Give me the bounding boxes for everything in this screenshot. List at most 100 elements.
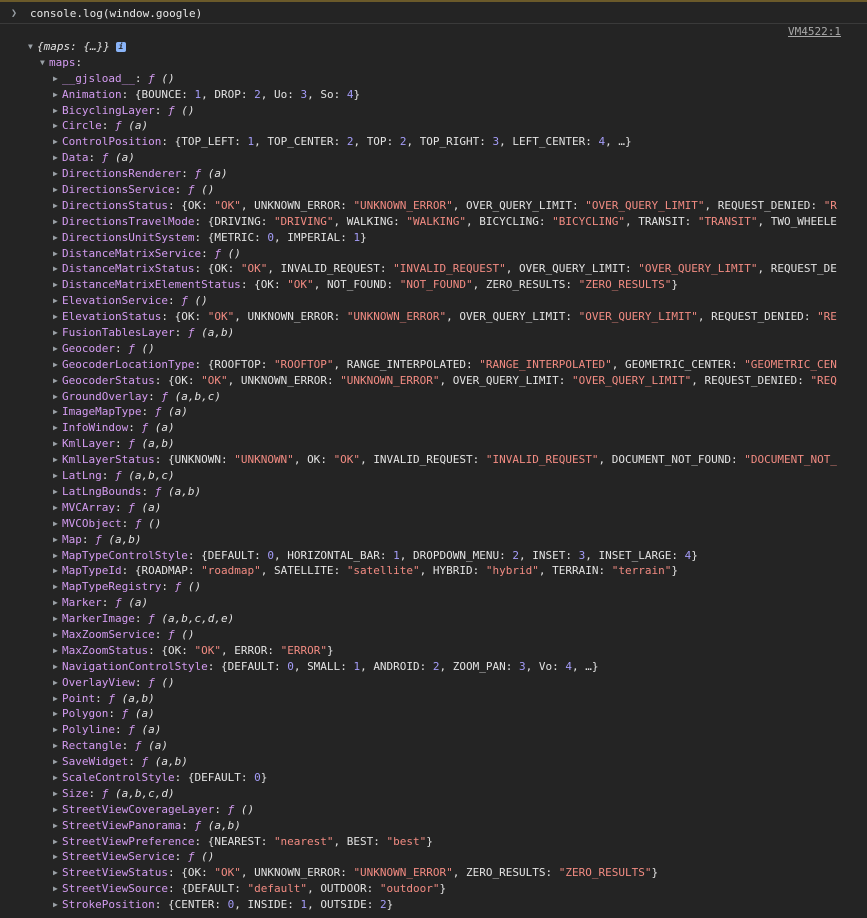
triangle-right-icon[interactable]: ▶ (53, 198, 62, 214)
triangle-right-icon[interactable]: ▶ (53, 87, 62, 103)
triangle-right-icon[interactable]: ▶ (53, 706, 62, 722)
triangle-right-icon[interactable]: ▶ (53, 420, 62, 436)
triangle-right-icon[interactable]: ▶ (53, 834, 62, 850)
property-row[interactable]: ▶ DirectionsUnitSystem: {METRIC: 0, IMPER… (0, 230, 845, 246)
property-row[interactable]: ▶ Point: ƒ (a,b) (0, 691, 845, 707)
triangle-right-icon[interactable]: ▶ (53, 246, 62, 262)
property-row[interactable]: ▶ Animation: {BOUNCE: 1, DROP: 2, Uo: 3, … (0, 87, 845, 103)
property-row[interactable]: ▶ MapTypeId: {ROADMAP: "roadmap", SATELLI… (0, 563, 845, 579)
triangle-down-icon[interactable]: ▼ (40, 55, 49, 71)
property-row[interactable]: ▶ DirectionsRenderer: ƒ (a) (0, 166, 845, 182)
property-row[interactable]: ▶ SaveWidget: ƒ (a,b) (0, 754, 845, 770)
property-row[interactable]: ▶ FusionTablesLayer: ƒ (a,b) (0, 325, 845, 341)
triangle-right-icon[interactable]: ▶ (53, 134, 62, 150)
root-object-row[interactable]: ▼ {maps: {…}} i (0, 39, 867, 55)
triangle-right-icon[interactable]: ▶ (53, 118, 62, 134)
property-row[interactable]: ▶ StreetViewPanorama: ƒ (a,b) (0, 818, 845, 834)
property-row[interactable]: ▶ StreetViewPreference: {NEAREST: "neares… (0, 834, 845, 850)
property-row[interactable]: ▶ DistanceMatrixElementStatus: {OK: "OK",… (0, 277, 845, 293)
triangle-right-icon[interactable]: ▶ (53, 579, 62, 595)
property-row[interactable]: ▶ DistanceMatrixService: ƒ () (0, 246, 845, 262)
triangle-right-icon[interactable]: ▶ (53, 277, 62, 293)
triangle-right-icon[interactable]: ▶ (53, 293, 62, 309)
property-row[interactable]: ▶ MVCObject: ƒ () (0, 516, 845, 532)
property-row[interactable]: ▶ MaxZoomService: ƒ () (0, 627, 845, 643)
triangle-right-icon[interactable]: ▶ (53, 627, 62, 643)
triangle-right-icon[interactable]: ▶ (53, 230, 62, 246)
triangle-right-icon[interactable]: ▶ (53, 357, 62, 373)
property-row[interactable]: ▶ Rectangle: ƒ (a) (0, 738, 845, 754)
triangle-right-icon[interactable]: ▶ (53, 452, 62, 468)
triangle-right-icon[interactable]: ▶ (53, 389, 62, 405)
triangle-right-icon[interactable]: ▶ (53, 325, 62, 341)
property-row[interactable]: ▶ Polygon: ƒ (a) (0, 706, 845, 722)
property-row[interactable]: ▶ StrokePosition: {CENTER: 0, INSIDE: 1, … (0, 897, 845, 913)
triangle-right-icon[interactable]: ▶ (53, 484, 62, 500)
property-row[interactable]: ▶ BicyclingLayer: ƒ () (0, 103, 845, 119)
triangle-right-icon[interactable]: ▶ (53, 849, 62, 865)
triangle-right-icon[interactable]: ▶ (53, 71, 62, 87)
source-link[interactable]: VM4522:1 (788, 25, 841, 38)
property-row[interactable]: ▶ Geocoder: ƒ () (0, 341, 845, 357)
triangle-right-icon[interactable]: ▶ (53, 611, 62, 627)
property-row[interactable]: ▶ __gjsload__: ƒ () (0, 71, 845, 87)
property-row[interactable]: ▶ GeocoderStatus: {OK: "OK", UNKNOWN_ERRO… (0, 373, 845, 389)
triangle-right-icon[interactable]: ▶ (53, 150, 62, 166)
property-row[interactable]: ▶ OverlayView: ƒ () (0, 675, 845, 691)
property-row[interactable]: ▶ DistanceMatrixStatus: {OK: "OK", INVALI… (0, 261, 845, 277)
property-row[interactable]: ▶ GroundOverlay: ƒ (a,b,c) (0, 389, 845, 405)
property-row[interactable]: ▶ ImageMapType: ƒ (a) (0, 404, 845, 420)
property-row[interactable]: ▶ GeocoderLocationType: {ROOFTOP: "ROOFTO… (0, 357, 845, 373)
property-row[interactable]: ▶ DirectionsService: ƒ () (0, 182, 845, 198)
property-row[interactable]: ▶ KmlLayerStatus: {UNKNOWN: "UNKNOWN", OK… (0, 452, 845, 468)
triangle-right-icon[interactable]: ▶ (53, 865, 62, 881)
triangle-right-icon[interactable]: ▶ (53, 722, 62, 738)
property-row[interactable]: ▶ KmlLayer: ƒ (a,b) (0, 436, 845, 452)
property-row[interactable]: ▶ ControlPosition: {TOP_LEFT: 1, TOP_CENT… (0, 134, 845, 150)
property-row[interactable]: ▶ MVCArray: ƒ (a) (0, 500, 845, 516)
triangle-right-icon[interactable]: ▶ (53, 770, 62, 786)
triangle-right-icon[interactable]: ▶ (53, 261, 62, 277)
property-row[interactable]: ▶ DirectionsStatus: {OK: "OK", UNKNOWN_ER… (0, 198, 845, 214)
triangle-right-icon[interactable]: ▶ (53, 659, 62, 675)
triangle-right-icon[interactable]: ▶ (53, 182, 62, 198)
property-row[interactable]: ▶ LatLngBounds: ƒ (a,b) (0, 484, 845, 500)
triangle-right-icon[interactable]: ▶ (53, 643, 62, 659)
triangle-right-icon[interactable]: ▶ (53, 691, 62, 707)
triangle-right-icon[interactable]: ▶ (53, 166, 62, 182)
triangle-right-icon[interactable]: ▶ (53, 468, 62, 484)
property-row[interactable]: ▶ LatLng: ƒ (a,b,c) (0, 468, 845, 484)
property-row[interactable]: ▶ ElevationService: ƒ () (0, 293, 845, 309)
property-row[interactable]: ▶ NavigationControlStyle: {DEFAULT: 0, SM… (0, 659, 845, 675)
property-row[interactable]: ▶ InfoWindow: ƒ (a) (0, 420, 845, 436)
property-row[interactable]: ▶ ElevationStatus: {OK: "OK", UNKNOWN_ERR… (0, 309, 845, 325)
triangle-right-icon[interactable]: ▶ (53, 500, 62, 516)
triangle-right-icon[interactable]: ▶ (53, 563, 62, 579)
property-row[interactable]: ▶ ScaleControlStyle: {DEFAULT: 0} (0, 770, 845, 786)
triangle-right-icon[interactable]: ▶ (53, 214, 62, 230)
triangle-right-icon[interactable]: ▶ (53, 675, 62, 691)
triangle-right-icon[interactable]: ▶ (53, 404, 62, 420)
property-row[interactable]: ▶ Circle: ƒ (a) (0, 118, 845, 134)
property-row[interactable]: ▶ MapTypeControlStyle: {DEFAULT: 0, HORIZ… (0, 548, 845, 564)
triangle-right-icon[interactable]: ▶ (53, 897, 62, 913)
triangle-right-icon[interactable]: ▶ (53, 595, 62, 611)
property-row[interactable]: ▶ MaxZoomStatus: {OK: "OK", ERROR: "ERROR… (0, 643, 845, 659)
triangle-right-icon[interactable]: ▶ (53, 881, 62, 897)
info-icon[interactable]: i (115, 42, 126, 52)
triangle-right-icon[interactable]: ▶ (53, 373, 62, 389)
property-row[interactable]: ▶ Marker: ƒ (a) (0, 595, 845, 611)
property-row[interactable]: ▶ MarkerImage: ƒ (a,b,c,d,e) (0, 611, 845, 627)
property-row[interactable]: ▶ Polyline: ƒ (a) (0, 722, 845, 738)
triangle-right-icon[interactable]: ▶ (53, 103, 62, 119)
triangle-right-icon[interactable]: ▶ (53, 738, 62, 754)
triangle-right-icon[interactable]: ▶ (53, 516, 62, 532)
triangle-right-icon[interactable]: ▶ (53, 341, 62, 357)
triangle-right-icon[interactable]: ▶ (53, 818, 62, 834)
triangle-right-icon[interactable]: ▶ (53, 754, 62, 770)
property-row[interactable]: ▶ Data: ƒ (a) (0, 150, 845, 166)
triangle-right-icon[interactable]: ▶ (53, 532, 62, 548)
property-row[interactable]: ▶ StreetViewStatus: {OK: "OK", UNKNOWN_ER… (0, 865, 845, 881)
property-row[interactable]: ▶ MapTypeRegistry: ƒ () (0, 579, 845, 595)
triangle-right-icon[interactable]: ▶ (53, 786, 62, 802)
